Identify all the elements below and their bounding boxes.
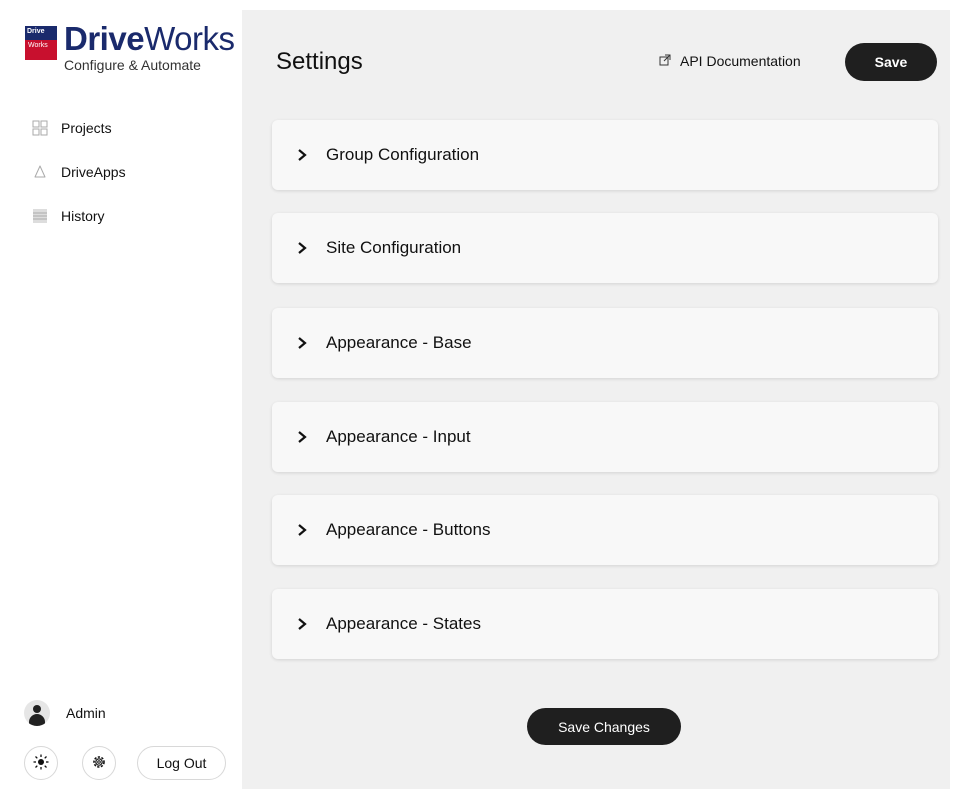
api-link-label: API Documentation (680, 53, 801, 69)
settings-button[interactable] (82, 746, 116, 780)
user-profile[interactable]: Admin (24, 700, 106, 726)
logo-badge-top-text: Drive (27, 28, 45, 35)
sidebar-item-label: History (61, 208, 105, 224)
chevron-right-icon (296, 336, 308, 350)
grid-icon (32, 120, 48, 136)
section-group-configuration[interactable]: Group Configuration (272, 120, 938, 190)
section-label: Group Configuration (326, 145, 480, 164)
section-label: Site Configuration (326, 238, 462, 257)
avatar-icon (24, 700, 50, 726)
section-site-configuration[interactable]: Site Configuration (272, 213, 938, 283)
logo-badge-bottom-text: Works (28, 42, 48, 49)
save-button[interactable]: Save (845, 43, 937, 81)
sidebar-item-history[interactable]: History (32, 205, 126, 227)
logo-word-regular: Works (144, 20, 235, 57)
section-appearance-base[interactable]: Appearance - Base (272, 308, 938, 378)
sidebar-item-projects[interactable]: Projects (32, 117, 126, 139)
page-title: Settings (276, 48, 363, 75)
logo-wordmark: DriveWorks (64, 20, 235, 58)
sidebar-item-label: DriveApps (61, 164, 126, 180)
section-label: Appearance - States (326, 614, 481, 633)
external-link-icon (659, 53, 671, 69)
section-appearance-buttons[interactable]: Appearance - Buttons (272, 495, 938, 565)
section-label: Appearance - Buttons (326, 520, 491, 539)
chevron-right-icon (296, 148, 308, 162)
sidebar-nav: Projects DriveApps History (32, 117, 126, 249)
theme-toggle-button[interactable] (24, 746, 58, 780)
sun-icon (33, 754, 49, 773)
section-label: Appearance - Base (326, 333, 472, 352)
chevron-right-icon (296, 523, 308, 537)
section-appearance-input[interactable]: Appearance - Input (272, 402, 938, 472)
gear-icon (91, 754, 107, 773)
bell-icon (32, 164, 48, 180)
logo-badge: Drive Works (25, 26, 57, 60)
api-documentation-link[interactable]: API Documentation (659, 53, 801, 69)
logo-tagline: Configure & Automate (64, 57, 201, 73)
sidebar: Drive Works DriveWorks Configure & Autom… (0, 0, 242, 789)
chevron-right-icon (296, 617, 308, 631)
user-name: Admin (66, 705, 106, 721)
logo-word-bold: Drive (64, 20, 145, 57)
main-content: Settings API Documentation Save Group Co… (242, 10, 950, 789)
section-appearance-states[interactable]: Appearance - States (272, 589, 938, 659)
chevron-right-icon (296, 241, 308, 255)
save-changes-button[interactable]: Save Changes (527, 708, 681, 745)
sidebar-item-label: Projects (61, 120, 112, 136)
logout-label: Log Out (156, 755, 207, 771)
list-icon (32, 208, 48, 224)
section-label: Appearance - Input (326, 427, 471, 446)
logout-button[interactable]: Log Out (137, 746, 226, 780)
driveworks-logo[interactable]: Drive Works DriveWorks Configure & Autom… (25, 20, 235, 78)
sidebar-item-driveapps[interactable]: DriveApps (32, 161, 126, 183)
chevron-right-icon (296, 430, 308, 444)
